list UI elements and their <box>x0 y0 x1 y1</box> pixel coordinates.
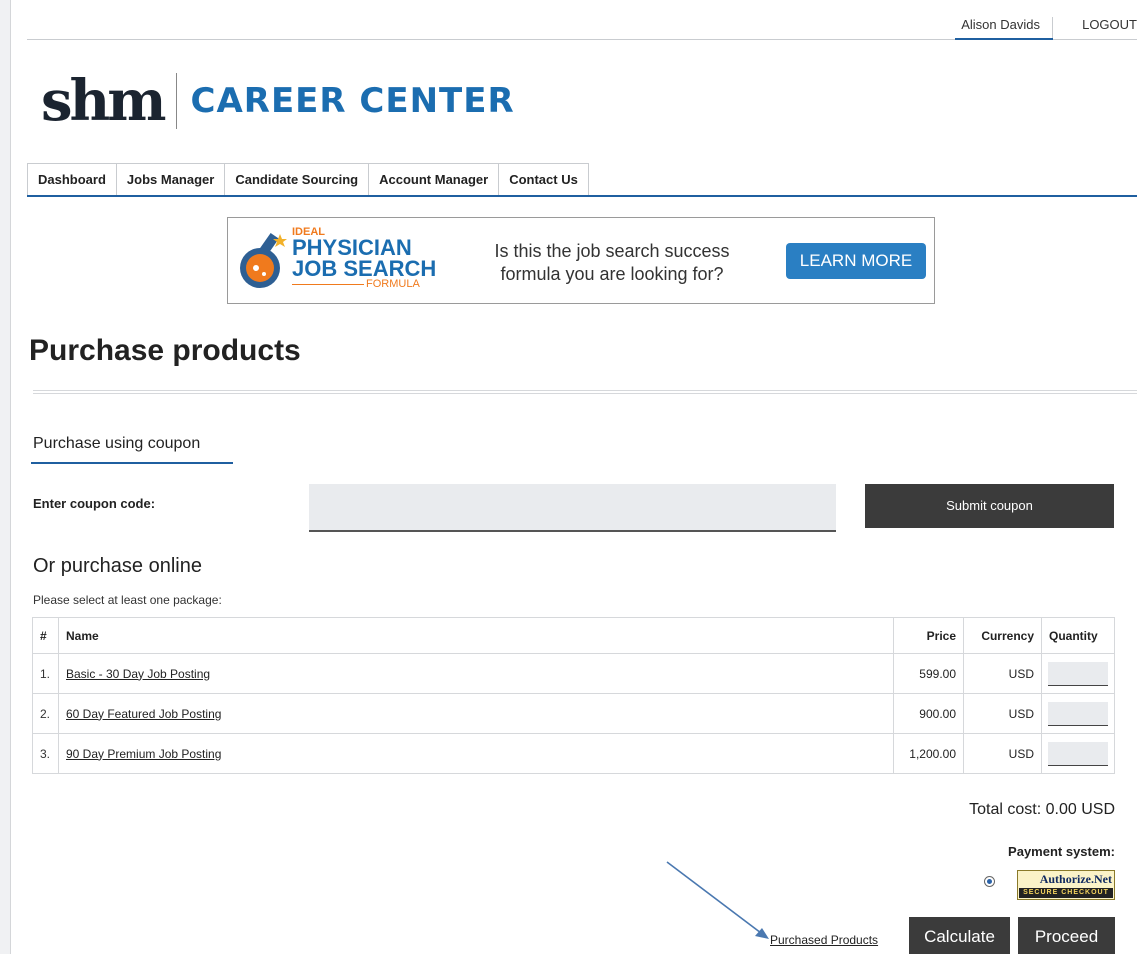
user-bar: Alison Davids LOGOUT <box>27 0 1137 40</box>
col-name: Name <box>58 617 894 654</box>
col-quantity: Quantity <box>1041 617 1115 654</box>
coupon-input[interactable] <box>309 484 836 532</box>
nav-candidate-sourcing[interactable]: Candidate Sourcing <box>224 163 369 195</box>
row-qty-cell <box>1041 653 1115 694</box>
quantity-input[interactable] <box>1048 661 1108 686</box>
row-qty-cell <box>1041 693 1115 734</box>
nav-jobs-manager[interactable]: Jobs Manager <box>115 163 225 195</box>
table-row: 1. Basic - 30 Day Job Posting 599.00 USD <box>32 653 1115 694</box>
row-name-cell: 90 Day Premium Job Posting <box>58 733 894 774</box>
submit-coupon-button[interactable]: Submit coupon <box>865 484 1114 528</box>
banner-rule <box>292 284 364 285</box>
tab-underline <box>31 462 233 464</box>
col-num: # <box>32 617 59 654</box>
col-currency: Currency <box>963 617 1042 654</box>
annotation-arrow-icon <box>666 861 769 939</box>
main-nav: Dashboard Jobs Manager Candidate Sourcin… <box>27 163 1137 197</box>
online-title: Or purchase online <box>33 555 202 577</box>
payment-radio[interactable] <box>984 876 995 887</box>
row-num: 3. <box>32 733 59 774</box>
flask-icon <box>240 232 287 288</box>
online-subtitle: Please select at least one package: <box>33 593 222 607</box>
product-link[interactable]: Basic - 30 Day Job Posting <box>66 667 210 681</box>
row-price: 1,200.00 <box>893 733 964 774</box>
total-cost: Total cost: 0.00 USD <box>969 801 1115 818</box>
user-underline <box>955 38 1053 40</box>
banner-tagline: Is this the job search success formula y… <box>494 241 730 284</box>
secure-checkout-badge: SECURE CHECKOUT <box>1019 888 1113 898</box>
banner-formula: FORMULA <box>366 278 420 290</box>
purchased-products-link[interactable]: Purchased Products <box>770 933 878 947</box>
row-currency: USD <box>963 733 1042 774</box>
nav-contact-us[interactable]: Contact Us <box>498 163 589 195</box>
product-link[interactable]: 90 Day Premium Job Posting <box>66 747 221 761</box>
logout-link[interactable]: LOGOUT <box>1082 17 1137 32</box>
row-price: 900.00 <box>893 693 964 734</box>
title-divider <box>33 390 1137 394</box>
quantity-input[interactable] <box>1048 701 1108 726</box>
logo-divider <box>175 73 177 129</box>
authorize-net-logo: Authorize.Net SECURE CHECKOUT <box>1017 870 1115 900</box>
col-price: Price <box>893 617 964 654</box>
tab-purchase-coupon[interactable]: Purchase using coupon <box>33 435 200 453</box>
site-logo[interactable]: shm CAREER CENTER <box>41 66 515 136</box>
row-name-cell: 60 Day Featured Job Posting <box>58 693 894 734</box>
nav-dashboard[interactable]: Dashboard <box>27 163 116 195</box>
page: Alison Davids LOGOUT shm CAREER CENTER D… <box>10 0 1147 954</box>
row-qty-cell <box>1041 733 1115 774</box>
logo-text: CAREER CENTER <box>190 81 515 121</box>
row-num: 2. <box>32 693 59 734</box>
calculate-button[interactable]: Calculate <box>909 917 1010 954</box>
learn-more-button[interactable]: LEARN MORE <box>786 243 926 279</box>
table-row: 2. 60 Day Featured Job Posting 900.00 US… <box>32 693 1115 734</box>
products-table: # Name Price Currency Quantity 1. Basic … <box>32 617 1115 774</box>
nav-account-manager[interactable]: Account Manager <box>368 163 499 195</box>
row-name-cell: Basic - 30 Day Job Posting <box>58 653 894 694</box>
product-link[interactable]: 60 Day Featured Job Posting <box>66 707 221 721</box>
page-title: Purchase products <box>29 334 301 367</box>
banner-job-search: JOB SEARCH <box>292 256 437 281</box>
logo-mark: shm <box>41 68 166 134</box>
ad-banner[interactable]: IDEAL PHYSICIAN JOB SEARCH FORMULA Is th… <box>227 217 935 304</box>
table-header-row: # Name Price Currency Quantity <box>32 617 1115 654</box>
table-row: 3. 90 Day Premium Job Posting 1,200.00 U… <box>32 733 1115 774</box>
quantity-input[interactable] <box>1048 741 1108 766</box>
user-name-link[interactable]: Alison Davids <box>961 17 1053 39</box>
row-num: 1. <box>32 653 59 694</box>
row-price: 599.00 <box>893 653 964 694</box>
row-currency: USD <box>963 693 1042 734</box>
row-currency: USD <box>963 653 1042 694</box>
proceed-button[interactable]: Proceed <box>1018 917 1115 954</box>
authorize-net-text: Authorize.Net <box>1039 872 1112 886</box>
coupon-label: Enter coupon code: <box>33 496 156 511</box>
payment-system-label: Payment system: <box>1008 844 1115 859</box>
